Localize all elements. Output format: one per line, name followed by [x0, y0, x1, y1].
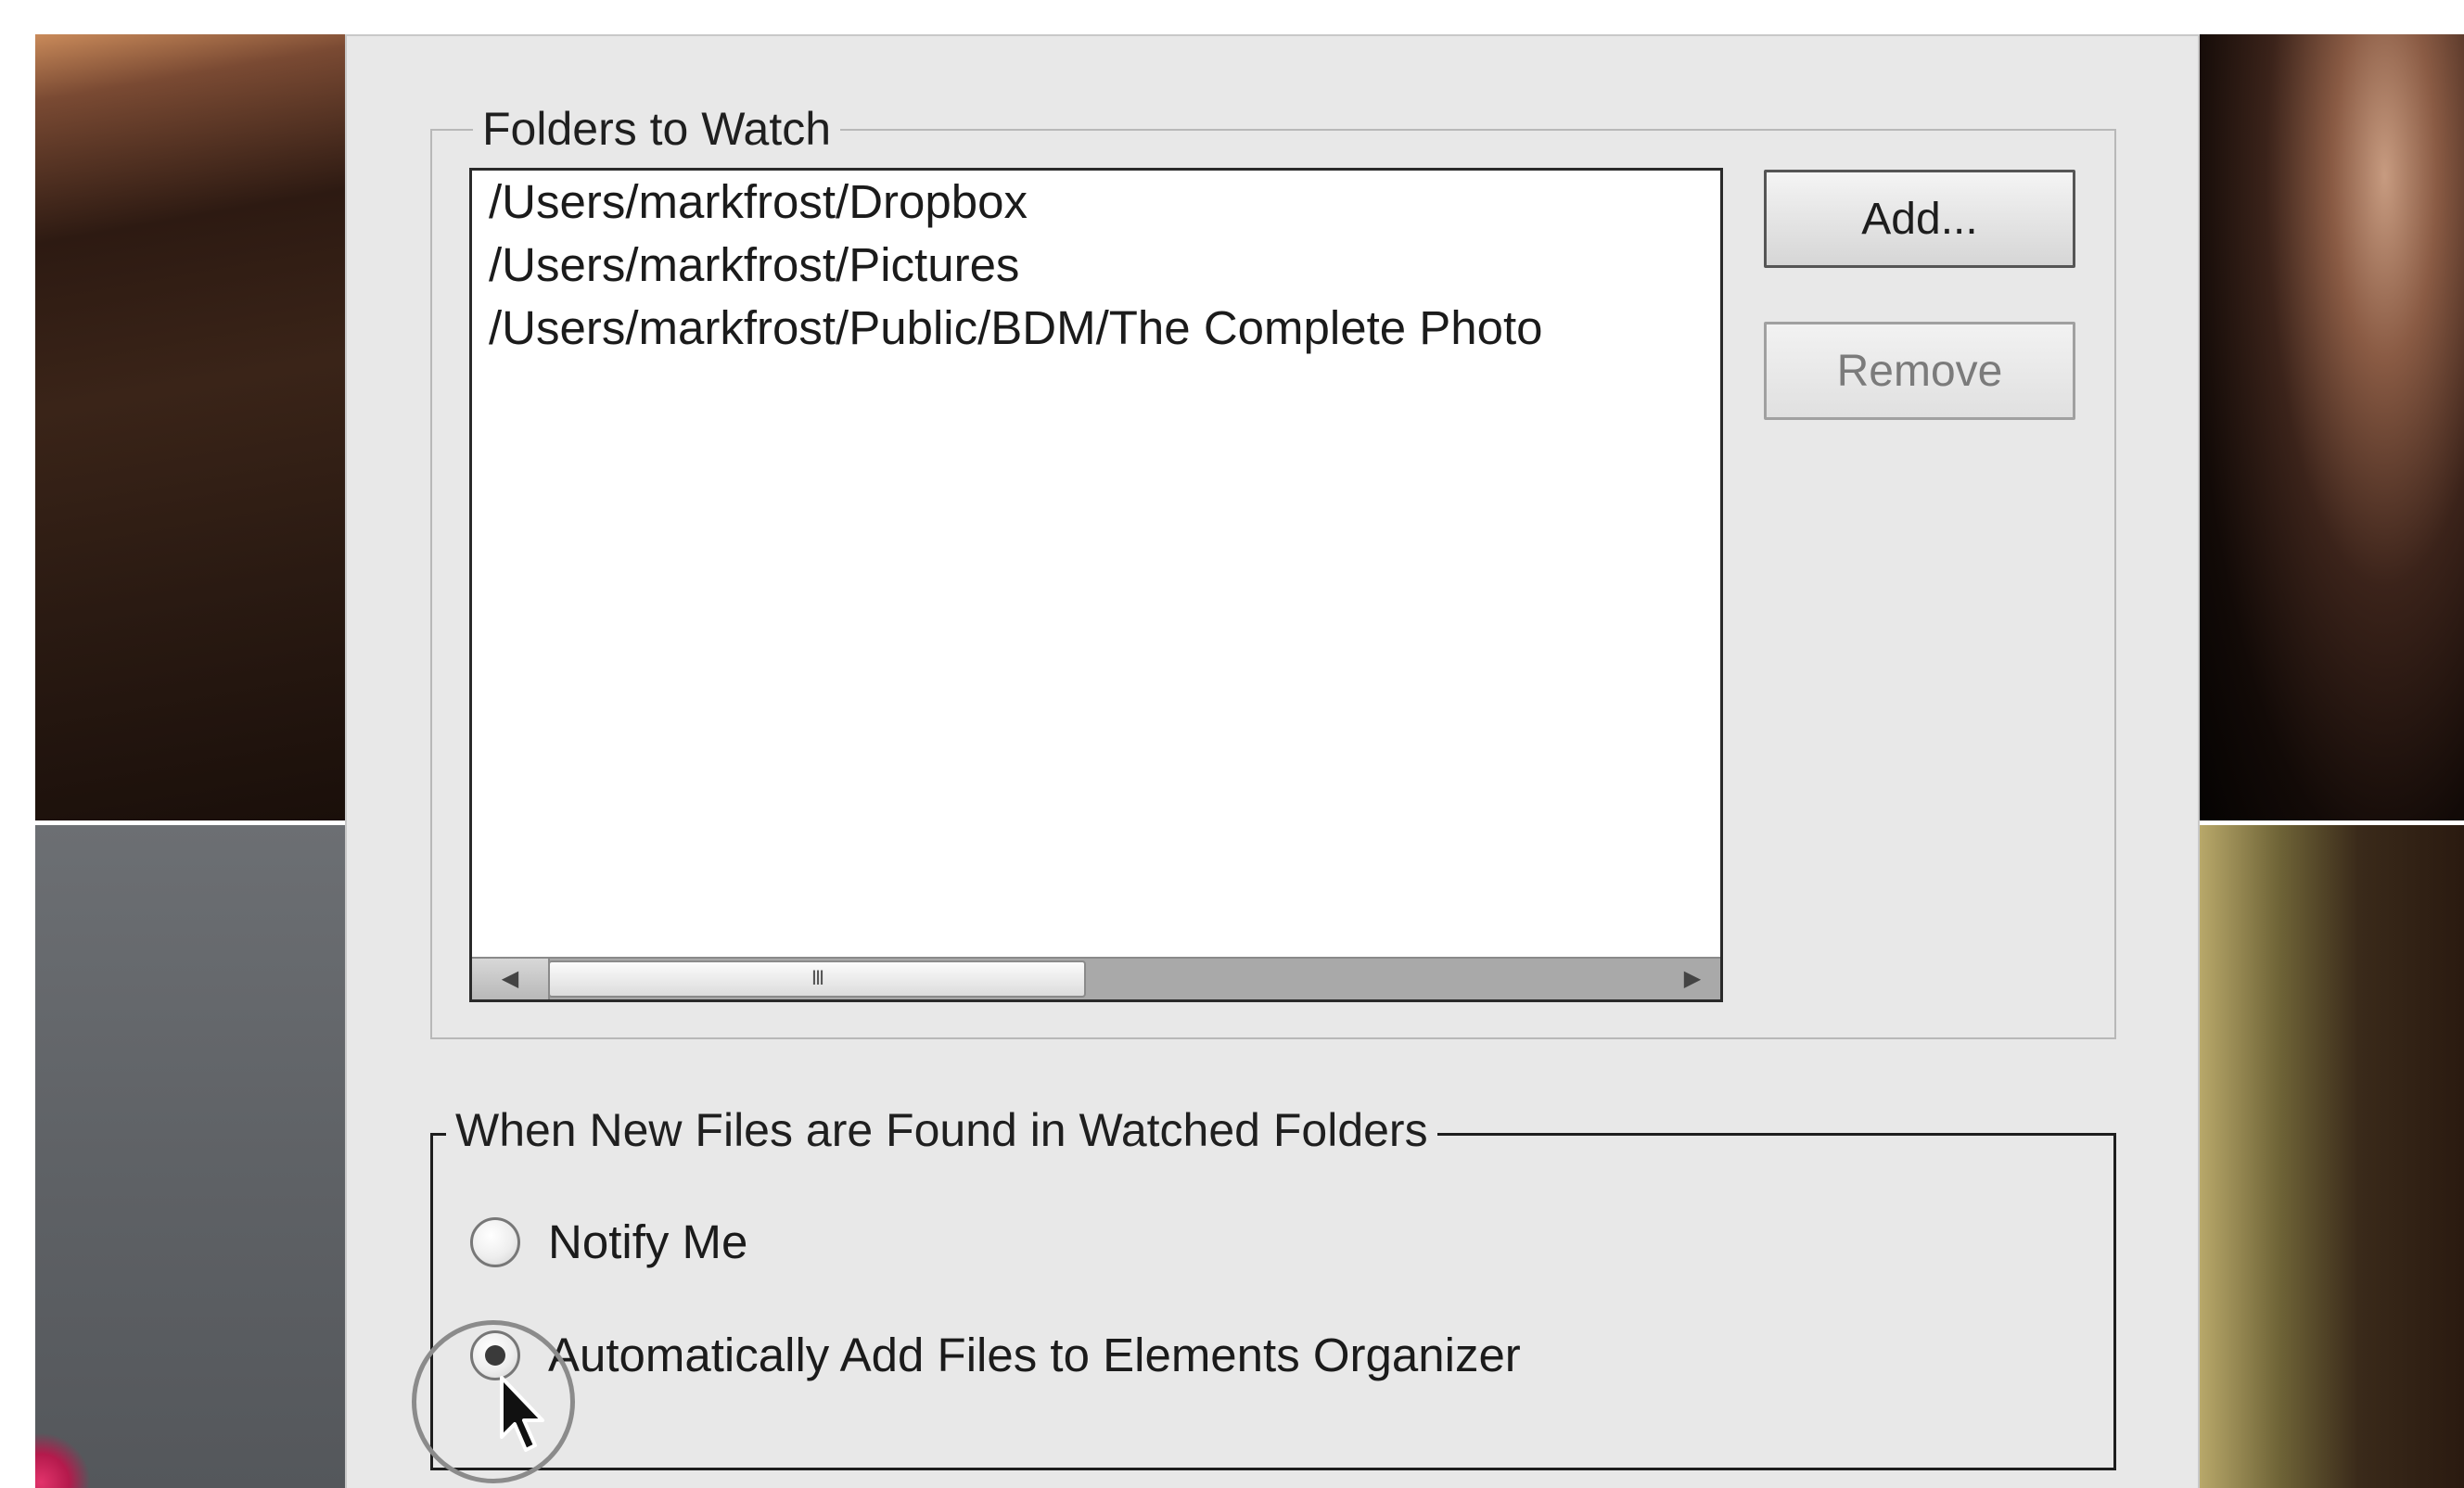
add-button[interactable]: Add... [1764, 170, 2075, 268]
scroll-thumb[interactable]: III [548, 960, 1086, 998]
folder-list-item[interactable]: /Users/markfrost/Pictures [489, 237, 1019, 293]
watch-folders-dialog: Folders to Watch /Users/markfrost/Dropbo… [345, 34, 2200, 1488]
folder-list[interactable]: /Users/markfrost/Dropbox /Users/markfros… [469, 168, 1723, 1002]
notify-me-radio[interactable] [470, 1217, 520, 1267]
mouse-cursor-icon [500, 1376, 544, 1452]
scroll-left-arrow-icon[interactable]: ◀ [472, 959, 550, 999]
background-photo-portrait [2200, 34, 2464, 820]
folder-list-item[interactable]: /Users/markfrost/Dropbox [489, 174, 1028, 230]
folders-to-watch-legend: Folders to Watch [473, 101, 841, 157]
remove-button[interactable]: Remove [1764, 322, 2075, 420]
scroll-right-arrow-icon[interactable]: ▶ [1665, 959, 1720, 999]
notify-me-label[interactable]: Notify Me [548, 1210, 747, 1275]
background-photo-landscape [35, 34, 345, 820]
background-photo-stained-glass [2200, 825, 2464, 1488]
new-files-group: When New Files are Found in Watched Fold… [430, 1102, 2116, 1470]
auto-add-label[interactable]: Automatically Add Files to Elements Orga… [548, 1323, 1521, 1388]
background-photo-gray [35, 825, 345, 1488]
folder-list-item[interactable]: /Users/markfrost/Public/BDM/The Complete… [489, 300, 1543, 356]
folders-to-watch-group: Folders to Watch /Users/markfrost/Dropbo… [430, 101, 2116, 1039]
horizontal-scrollbar[interactable]: ◀ III ▶ [472, 957, 1720, 999]
new-files-legend: When New Files are Found in Watched Fold… [446, 1102, 1437, 1158]
pink-streak [35, 1432, 91, 1488]
